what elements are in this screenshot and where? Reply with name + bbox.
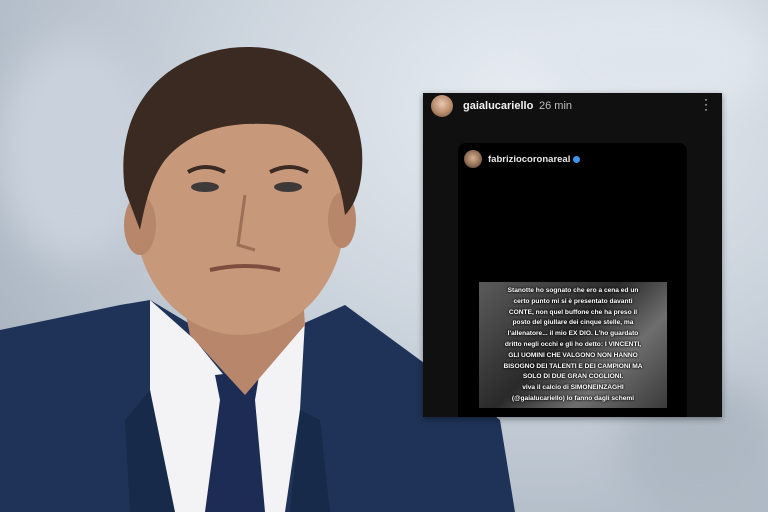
caption-line: CONTE, non quel buffone che ha preso il: [508, 308, 638, 316]
caption-line: dritto negli occhi e gli ho detto: I VIN…: [504, 340, 642, 348]
story-username[interactable]: gaialucariello: [463, 100, 533, 112]
caption-line: (@gaialucariello) lo fanno dagli schemi: [511, 394, 635, 402]
caption-line: certo punto mi si è presentato davanti: [513, 297, 633, 305]
reposted-photo: Stanotte ho sognato che ero a cena ed un…: [479, 282, 667, 408]
reposted-username[interactable]: fabriziocoronareal: [488, 154, 570, 165]
caption-line: l'allenatore... il mio EX DIO. L'ho guar…: [507, 330, 639, 338]
caption-line: SOLO DI DUE GRAN COGLIONI.: [522, 373, 624, 381]
reposted-story: fabriziocoronareal Stanotte ho sognato c…: [458, 143, 687, 417]
avatar[interactable]: [431, 95, 453, 117]
caption-line: Stanotte ho sognato che ero a cena ed un: [507, 287, 639, 294]
caption-line: GLI UOMINI CHE VALGONO NON HANNO: [508, 351, 638, 359]
instagram-story: gaialucariello 26 min · · · fabriziocorona…: [423, 93, 722, 417]
verified-icon: [573, 155, 581, 163]
more-options-icon[interactable]: · · ·: [704, 93, 708, 115]
caption-line: viva il calcio di SIMONEINZAGHI: [522, 384, 624, 392]
caption-line: BISOGNO DEI TALENTI E DEI CAMPIONI MA: [503, 362, 643, 370]
reposted-username-row[interactable]: fabriziocoronareal: [488, 154, 581, 165]
left-eye: [191, 182, 219, 192]
story-time: 26 min: [539, 100, 573, 112]
caption-line: posto del giullare dei cinque stelle, ma: [512, 319, 634, 327]
reposted-avatar[interactable]: [464, 150, 482, 168]
story-header: gaialucariello 26 min · · ·: [423, 93, 722, 119]
story-caption: Stanotte ho sognato che ero a cena ed un…: [481, 286, 665, 405]
right-eye: [274, 182, 302, 192]
